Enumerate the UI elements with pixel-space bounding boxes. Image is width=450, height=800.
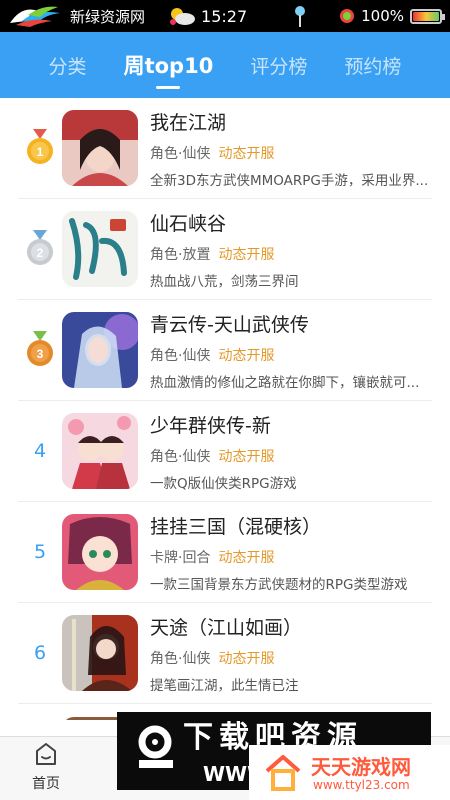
tab-reservation[interactable]: 预约榜 bbox=[344, 32, 401, 98]
server-status-tag: 动态开服 bbox=[218, 246, 275, 263]
game-description: 提笔画江湖，此生情已注 bbox=[150, 677, 299, 694]
server-status-tag: 动态开服 bbox=[218, 549, 275, 566]
game-description: 一款三国背景东方武侠题材的RPG类型游戏 bbox=[150, 576, 408, 593]
game-name: 青云传-天山武侠传 bbox=[150, 313, 309, 336]
rank-badge: 5 bbox=[18, 541, 62, 563]
tab-category[interactable]: 分类 bbox=[49, 32, 87, 98]
ranking-tab-bar: 分类 周top10 评分榜 预约榜 bbox=[0, 32, 450, 98]
status-app-name: 新绿资源网 bbox=[70, 7, 146, 26]
server-status-tag: 动态开服 bbox=[218, 650, 275, 667]
game-category: 角色·仙侠 bbox=[150, 347, 211, 364]
game-description: 热血战八荒，剑荡三界间 bbox=[150, 273, 299, 290]
game-name: 仙石峡谷 bbox=[150, 212, 227, 235]
battery-percent: 100% bbox=[361, 7, 404, 25]
nav-home-label: 首页 bbox=[32, 776, 60, 792]
server-status-tag: 动态开服 bbox=[218, 145, 275, 162]
watermark-house-icon bbox=[265, 755, 301, 791]
game-category: 角色·仙侠 bbox=[150, 448, 211, 465]
gold-medal-icon: 1 bbox=[27, 129, 53, 164]
watermark-site-url: www.ttyl23.com bbox=[313, 778, 410, 792]
game-thumbnail[interactable] bbox=[62, 514, 138, 590]
tab-rating[interactable]: 评分榜 bbox=[250, 32, 307, 98]
game-category: 角色·仙侠 bbox=[150, 650, 211, 667]
game-thumbnail[interactable] bbox=[62, 211, 138, 287]
game-category: 角色·仙侠 bbox=[150, 145, 211, 162]
status-bar: 新绿资源网 15:27 100% bbox=[0, 0, 450, 32]
silver-medal-icon: 2 bbox=[27, 230, 53, 265]
game-description: 一款Q版仙侠类RPG游戏 bbox=[150, 475, 297, 492]
battery-icon bbox=[410, 8, 445, 24]
game-description: 全新3D东方武侠MMOARPG手游，采用业界... bbox=[150, 172, 429, 189]
app-logo-icon bbox=[8, 3, 62, 29]
game-description: 热血激情的修仙之路就在你脚下，镶嵌就可... bbox=[150, 374, 420, 391]
signal-icon bbox=[340, 9, 355, 23]
rank-badge: 1 bbox=[18, 129, 62, 167]
game-thumbnail[interactable] bbox=[62, 615, 138, 691]
rank-badge: 3 bbox=[18, 331, 62, 369]
list-item[interactable]: 5 挂挂三国（混硬核） 卡牌·回合 动态开服 一款三国背景东方武侠题材的RPG类型… bbox=[18, 502, 432, 603]
rank-badge: 4 bbox=[18, 440, 62, 462]
game-name: 挂挂三国（混硬核） bbox=[150, 515, 322, 538]
game-list: 1 我在江湖 角色·仙侠 动态开服 全新3D东方武侠MMOARPG手游，采用业界.… bbox=[0, 98, 450, 720]
status-time: 15:27 bbox=[201, 6, 248, 26]
svg-text:1: 1 bbox=[37, 145, 44, 159]
list-item[interactable]: 3 青云传-天山武侠传 角色·仙侠 动态开服 热血激情的修仙之路就在你脚下，镶嵌就… bbox=[18, 300, 432, 401]
watermark-site-name: 天天游戏网 bbox=[311, 755, 411, 779]
rank-number: 6 bbox=[33, 642, 47, 664]
rank-badge: 6 bbox=[18, 642, 62, 664]
nav-home[interactable]: 首页 bbox=[24, 741, 68, 797]
watermark-logo-icon bbox=[138, 725, 173, 768]
rank-number: 4 bbox=[33, 440, 47, 462]
svg-text:2: 2 bbox=[37, 246, 44, 260]
weather-icon bbox=[167, 6, 197, 26]
game-thumbnail[interactable] bbox=[62, 312, 138, 388]
rank-number: 5 bbox=[33, 541, 47, 563]
location-pin-icon bbox=[295, 6, 306, 27]
bronze-medal-icon: 3 bbox=[27, 331, 53, 366]
game-name: 少年群侠传-新 bbox=[150, 414, 271, 437]
game-thumbnail[interactable] bbox=[62, 413, 138, 489]
svg-text:3: 3 bbox=[37, 347, 44, 361]
list-item[interactable]: 1 我在江湖 角色·仙侠 动态开服 全新3D东方武侠MMOARPG手游，采用业界.… bbox=[18, 98, 432, 199]
rank-badge: 2 bbox=[18, 230, 62, 268]
game-name: 我在江湖 bbox=[150, 111, 227, 134]
game-category: 角色·放置 bbox=[150, 246, 211, 263]
watermark-ttyl: 天天游戏网 www.ttyl23.com bbox=[249, 745, 450, 800]
server-status-tag: 动态开服 bbox=[218, 347, 275, 364]
list-item[interactable]: 2 仙石峡谷 角色·放置 动态开服 热血战八荒，剑荡三界间 bbox=[18, 199, 432, 300]
home-icon bbox=[36, 743, 56, 765]
server-status-tag: 动态开服 bbox=[218, 448, 275, 465]
game-name: 天途（江山如画） bbox=[150, 616, 303, 639]
tab-weekly-top10[interactable]: 周top10 bbox=[124, 32, 214, 98]
list-item[interactable]: 4 少年群侠传-新 角色·仙侠 动态开服 一款Q版仙侠类RPG游戏 bbox=[18, 401, 432, 502]
game-category: 卡牌·回合 bbox=[150, 549, 211, 566]
list-item[interactable]: 6 天途（江山如画） 角色·仙侠 动态开服 提笔画江湖，此生情已注 bbox=[18, 603, 432, 704]
game-thumbnail[interactable] bbox=[62, 110, 138, 186]
